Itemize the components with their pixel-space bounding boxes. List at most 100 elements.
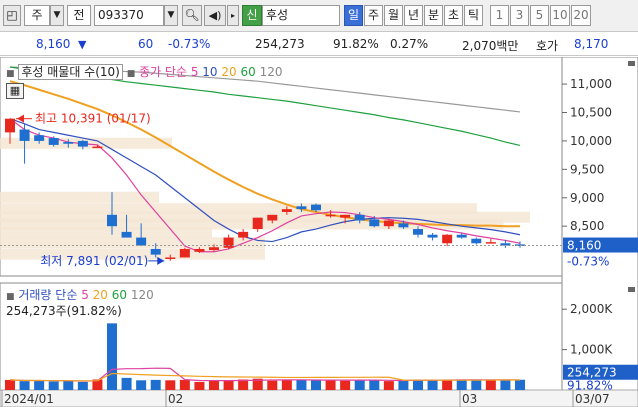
candle-body — [19, 129, 30, 141]
candle-body — [223, 237, 234, 248]
volume-bar — [19, 381, 30, 390]
candle-body — [150, 248, 161, 255]
search-icon[interactable]: 🔍︎ — [182, 5, 202, 26]
current-price: 8,160 — [36, 37, 71, 51]
volume-bar — [136, 380, 147, 390]
volume-bar — [34, 380, 45, 390]
volume-bar — [107, 323, 117, 390]
candle-body — [442, 234, 453, 244]
code-input[interactable]: 093370 — [94, 5, 164, 26]
pane-marker-icon — [628, 287, 635, 292]
period-tab-4[interactable]: 분 — [424, 5, 443, 26]
candle-body — [311, 204, 321, 211]
type-select[interactable]: 주 — [24, 5, 50, 26]
window-icon[interactable]: ◰ — [3, 5, 21, 26]
vol-ma-period-5: 5 — [81, 288, 89, 302]
candle-body — [281, 209, 292, 212]
period-tab-3[interactable]: 년 — [404, 5, 423, 26]
candle-body — [456, 234, 467, 238]
volume-bar — [194, 381, 205, 390]
period-tab-6[interactable]: 틱 — [464, 5, 483, 26]
volume-bar — [471, 379, 482, 390]
volume-bar — [485, 379, 496, 390]
type-label: 주 — [31, 8, 43, 22]
candle-body — [194, 248, 205, 252]
code-value: 093370 — [98, 8, 144, 22]
speaker-icon[interactable]: ◀) — [204, 5, 226, 26]
candle-body — [77, 140, 88, 147]
prev-button[interactable]: 전 — [67, 5, 91, 26]
x-axis-label: 2024/01 — [4, 392, 54, 406]
interval-button-20[interactable]: 20 — [571, 5, 591, 26]
quote-bar: 8,160 ▼ 60 -0.73% 254,273 91.82% 0.27% 2… — [0, 32, 638, 56]
candle-body — [485, 242, 496, 244]
vol-tick-label: 1,000K — [570, 343, 613, 357]
y-tick-label: 10,500 — [570, 105, 612, 119]
candle-body — [383, 220, 394, 227]
ask-label: 호가 — [536, 39, 559, 53]
prev-label: 전 — [73, 8, 85, 22]
ma-period-120: 120 — [255, 65, 283, 79]
volume-bar — [48, 381, 59, 390]
trade-amount: 2,070백만 — [462, 39, 519, 53]
volume-bar — [165, 380, 176, 390]
pane-marker-icon — [628, 61, 635, 66]
volume-bar — [398, 380, 409, 390]
step-icon[interactable]: ▸ — [227, 5, 239, 26]
current-price-pct: -0.73% — [567, 255, 609, 269]
volume-panel-title: 거래량 단순 — [18, 288, 78, 302]
volume-bar — [383, 381, 394, 390]
volume-bar — [267, 380, 278, 390]
volume-bar — [5, 379, 15, 390]
stock-name-field[interactable]: 후성 — [262, 5, 340, 26]
volume-bar — [427, 379, 438, 390]
volume-bar — [77, 381, 88, 390]
period-tab-5[interactable]: 초 — [444, 5, 463, 26]
down-arrow-icon: ▼ — [78, 38, 87, 51]
price-legend: ■ 후성 매물대 수(10) ■ 종가 단순 5 10 20 60 120 — [6, 63, 282, 80]
volume-bar — [121, 377, 132, 390]
period-tab-2[interactable]: 월 — [384, 5, 403, 26]
stock-name: 후성 — [266, 8, 289, 22]
candle-body — [209, 247, 219, 251]
volume-bar — [209, 380, 219, 390]
candle-body — [413, 229, 423, 235]
grid-icon[interactable]: ▦ — [6, 83, 24, 99]
y-tick-label: 9,000 — [570, 191, 604, 205]
chart-area[interactable]: 11,000 10,500 10,000 9,500 9,000 8,500 최고 10,3… — [0, 57, 638, 407]
candle-body — [354, 214, 365, 221]
interval-button-1[interactable]: 1 — [490, 5, 509, 26]
candle-body — [471, 238, 482, 244]
candle-body — [5, 118, 15, 133]
candle-body — [121, 231, 132, 238]
price-volume-chart[interactable]: 11,000 10,500 10,000 9,500 9,000 8,500 최고 10,3… — [0, 57, 638, 407]
volume-summary: 254,273주(91.82%) — [6, 304, 122, 318]
y-tick-label: 11,000 — [570, 77, 612, 91]
x-axis-label: 03/07 — [575, 392, 610, 406]
code-dropdown-icon[interactable]: ▼ — [164, 5, 178, 26]
candle-body — [179, 248, 190, 258]
vol-ma-period-60: 60 — [107, 288, 128, 302]
price-change: 60 — [138, 37, 154, 51]
low-label: 최저 7,891 (02/01) — [40, 254, 148, 268]
interval-button-10[interactable]: 10 — [550, 5, 570, 26]
volume-bar — [311, 380, 321, 390]
x-axis-bar — [0, 389, 638, 407]
candle-body — [267, 214, 278, 221]
candle-body — [165, 257, 176, 259]
candle-body — [325, 214, 336, 217]
period-tab-0[interactable]: 일 — [344, 5, 363, 26]
interval-button-3[interactable]: 3 — [510, 5, 529, 26]
volume-bar — [456, 380, 467, 390]
candle-body — [107, 214, 117, 227]
x-axis-label: 02 — [168, 392, 183, 406]
ma-period-10: 10 — [198, 65, 218, 79]
interval-button-5[interactable]: 5 — [530, 5, 549, 26]
chevron-down-icon[interactable]: ▼ — [50, 5, 64, 26]
volume-value: 254,273 — [255, 37, 305, 51]
candle-body — [296, 206, 307, 210]
candle-body — [92, 146, 103, 149]
period-tab-1[interactable]: 주 — [364, 5, 383, 26]
volume-bar — [63, 380, 74, 390]
volume-profile-band — [0, 227, 212, 239]
